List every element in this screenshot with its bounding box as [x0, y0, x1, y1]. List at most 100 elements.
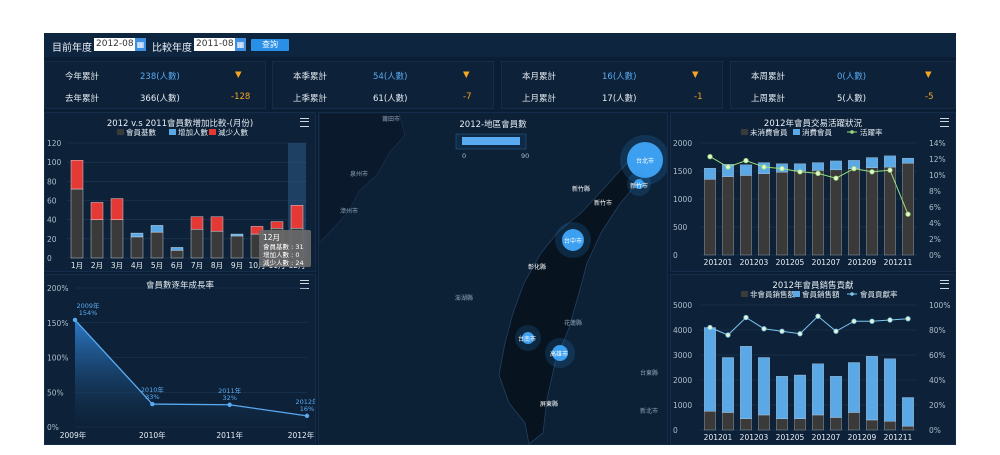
bar-segment — [812, 170, 824, 256]
legend-label: 會員貢獻率 — [860, 289, 898, 299]
stat-card-quarter: 本季累計 54(人數) ▼ 上季累計 61(人數) -7 — [272, 61, 494, 109]
y-tick-label: 500 — [673, 223, 688, 232]
legend-swatch — [169, 129, 176, 135]
bar-segment — [812, 414, 824, 431]
activity-chart: 未消費會員 消費會員 活躍率 0 500 1000 1500 2000 0% 2% 4% 6% 8% 10… — [673, 127, 946, 267]
bar-segment — [70, 188, 84, 259]
city-label: 高雄市 — [550, 350, 568, 358]
y2-tick-label: 4% — [929, 219, 941, 228]
line-point — [869, 169, 875, 175]
stat-bottom-label: 上月累計 — [522, 94, 557, 104]
y2-tick-label: 20% — [929, 401, 946, 410]
compare-year-label: 比較年度 — [152, 43, 192, 54]
y2-tick-label: 6% — [929, 203, 941, 212]
y-tick-label: 1500 — [673, 167, 692, 176]
bar-segment — [130, 236, 144, 259]
y-tick-label: 60 — [47, 197, 57, 206]
y-tick-label: 0 — [673, 426, 678, 435]
city-label: 屏東縣 — [540, 400, 558, 408]
series-line — [709, 315, 909, 336]
x-tick-label: 201207 — [812, 258, 841, 267]
city-label: 台南市 — [518, 335, 536, 343]
bar-segment — [830, 169, 842, 256]
taiwan-island-shape — [498, 152, 655, 444]
bar-segment — [866, 356, 878, 421]
legend-swatch — [793, 291, 800, 297]
x-tick-label: 1月 — [71, 261, 83, 270]
legend-label: 活躍率 — [860, 127, 883, 137]
y-tick-label: 2000 — [673, 376, 692, 385]
bar-segment — [884, 358, 896, 422]
x-tick-label: 7月 — [191, 261, 203, 270]
stat-card-week: 本周累計 0(人數) ▼ 上周累計 5(人數) -5 — [730, 61, 956, 109]
y-tick-label: 80 — [47, 177, 57, 186]
line-point — [707, 324, 713, 331]
y2-tick-label: 14% — [929, 139, 946, 148]
range-max-label: 90 — [521, 152, 529, 160]
calendar-icon[interactable]: ▦ — [135, 38, 146, 51]
line-point — [815, 170, 821, 177]
line-point — [725, 164, 731, 170]
legend-label: 會員銷售額 — [802, 289, 840, 299]
x-tick-label: 3月 — [111, 261, 123, 270]
taiwan-map[interactable]: 0 90台北市台中市新竹縣新竹市新竹市彰化縣台南市高雄市屏東縣台東縣花蓮縣莆田市泉… — [319, 113, 667, 444]
map-panel: 2012-地區會員數 0 90 台北市 台中市 新竹縣 新竹市 新竹市 彰化縣 台南市 高雄市 屏東… — [318, 112, 668, 445]
bar-segment — [848, 168, 860, 256]
bar-segment — [812, 162, 824, 171]
bar-segment — [902, 157, 914, 164]
bar-segment — [776, 376, 788, 419]
bar-segment — [230, 235, 244, 259]
stat-bottom-label: 上季累計 — [293, 94, 328, 104]
bar-segment — [884, 421, 896, 431]
x-tick-label: 2月 — [91, 261, 103, 270]
bar-segment — [812, 363, 824, 416]
down-arrow-icon: ▼ — [235, 70, 242, 80]
y2-tick-label: 12% — [929, 155, 946, 164]
range-min-label: 0 — [462, 152, 466, 160]
bar-segment — [830, 417, 842, 431]
x-tick-label: 201209 — [848, 433, 877, 442]
city-label: 花蓮縣 — [564, 319, 582, 327]
y-tick-label: 0 — [673, 251, 678, 260]
y2-tick-label: 40% — [929, 376, 946, 385]
city-label: 莆田市 — [382, 115, 400, 123]
line-point — [833, 328, 839, 334]
x-tick-label: 201205 — [776, 258, 805, 267]
y-tick-label: 100 — [47, 158, 62, 167]
y-tick-label: 5000 — [673, 301, 692, 310]
bar-segment — [902, 163, 914, 256]
line-point — [743, 157, 749, 164]
bar-segment — [150, 225, 164, 233]
bar-segment — [270, 221, 284, 229]
bar-segment — [902, 426, 914, 431]
bar-segment — [704, 327, 716, 412]
stat-bottom-value: 366(人數) — [140, 94, 180, 104]
stat-delta: -1 — [694, 92, 703, 102]
y-tick-label: 120 — [47, 139, 62, 148]
bar-segment — [740, 175, 752, 256]
data-point — [304, 413, 310, 419]
x-tick-label: 4月 — [131, 261, 143, 270]
line-point — [761, 164, 767, 170]
legend-label: 未消費會員 — [750, 127, 788, 137]
line-point — [905, 316, 911, 322]
line-point — [797, 169, 803, 175]
bar-segment — [740, 164, 752, 176]
city-label: 新竹縣 — [572, 185, 590, 193]
monthly-chart-panel: 2012 v.s 2011會員數增加比較-(月份) 會員基數 增加人數 減少人數 0 2… — [44, 112, 316, 272]
bar-segment — [866, 157, 878, 168]
y-tick-label: 100% — [47, 354, 68, 363]
bar-segment — [758, 357, 770, 416]
x-tick-label: 201205 — [776, 433, 805, 442]
stat-bottom-value: 61(人數) — [373, 94, 408, 104]
bar-segment — [110, 198, 124, 220]
stat-bottom-value: 17(人數) — [602, 94, 637, 104]
stat-delta: -5 — [925, 92, 934, 102]
stat-top-value: 16(人數) — [602, 72, 637, 82]
tooltip-line: 增加人數 : 0 — [263, 250, 299, 259]
sales-chart-panel: 2012年會員銷售貢獻 非會員銷售額 會員銷售額 會員貢獻率 0 1000 2000 300… — [670, 274, 956, 445]
query-button[interactable]: 查詢 — [251, 39, 289, 51]
calendar-icon[interactable]: ▦ — [235, 38, 246, 51]
y-tick-label: 0 — [47, 254, 52, 263]
legend-label: 非會員銷售額 — [750, 289, 795, 299]
